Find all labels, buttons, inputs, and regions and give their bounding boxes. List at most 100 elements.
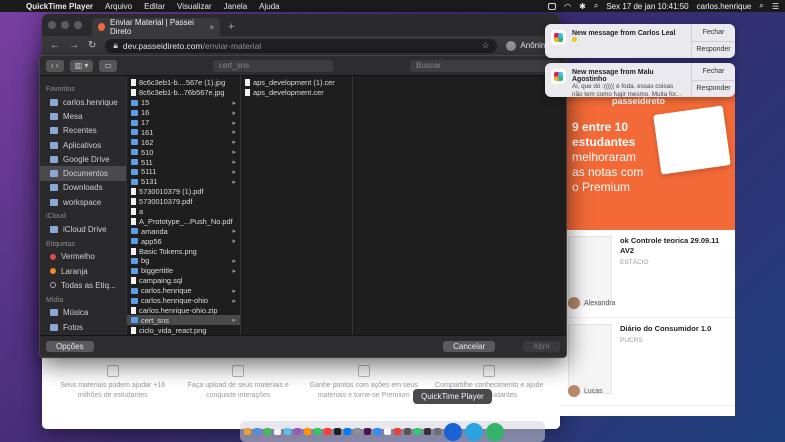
menu-ajuda[interactable]: Ajuda — [259, 2, 279, 11]
spotlight-icon[interactable]: ⌕ — [594, 1, 598, 11]
messages-icon[interactable] — [264, 428, 271, 435]
sidebar-item-downloads[interactable]: Downloads — [40, 181, 126, 195]
folder-row[interactable]: 5111 ▸ — [127, 167, 240, 177]
sidebar-item-tag-vermelho[interactable]: Vermelho — [40, 250, 126, 264]
file-column-cert-sns[interactable]: aps_development (1).cer aps_development.c… — [240, 76, 352, 335]
sidebar-item-home[interactable]: carlos.henrique — [40, 95, 126, 109]
close-window-button[interactable] — [48, 21, 56, 29]
folder-row[interactable]: app56 ▸ — [127, 236, 240, 246]
file-row[interactable]: ciclo_vida_react.png — [127, 325, 240, 335]
minimize-window-button[interactable] — [61, 21, 69, 29]
chrome-icon[interactable] — [394, 428, 401, 435]
menu-user[interactable]: carlos.henrique — [697, 2, 752, 11]
new-tab-icon[interactable]: + — [228, 18, 234, 36]
battery-icon[interactable] — [548, 2, 557, 10]
launchpad-icon[interactable] — [254, 428, 261, 435]
path-popup[interactable]: cert_sns — [212, 59, 333, 72]
folder-row[interactable]: carlos.henrique-ohio ▸ — [127, 296, 240, 306]
file-row[interactable]: 5730010379.pdf — [127, 197, 240, 207]
back-forward-button[interactable]: ‹ › — [46, 59, 64, 72]
folder-row[interactable]: 161 ▸ — [127, 127, 240, 137]
document-author[interactable]: Alexandra — [568, 297, 616, 309]
search-icon[interactable]: ⌕ — [759, 1, 763, 11]
file-row[interactable]: 8c6c3eb1-b...76b567e.jpg — [127, 88, 240, 98]
notes-icon[interactable] — [304, 428, 311, 435]
menu-visualizar[interactable]: Visualizar — [177, 2, 212, 11]
file-row[interactable]: 5730010379 (1).pdf — [127, 187, 240, 197]
spotify-icon[interactable] — [414, 428, 421, 435]
settings-icon[interactable] — [354, 428, 361, 435]
sidebar-item-musica[interactable]: Música — [40, 306, 126, 320]
bluetooth-icon[interactable]: ✱ — [579, 2, 586, 11]
menu-clock[interactable]: Sex 17 de jan 10:41:50 — [606, 2, 688, 11]
forward-icon[interactable]: → — [69, 40, 79, 51]
document-title[interactable]: ok Controle teorica 29.09.11 AV2 — [620, 236, 727, 256]
folder-row[interactable]: 510 ▸ — [127, 147, 240, 157]
close-notification-button[interactable]: Fechar — [692, 63, 735, 80]
trash-icon[interactable] — [434, 428, 441, 435]
finder-icon[interactable] — [244, 428, 251, 435]
folder-row[interactable]: 16 ▸ — [127, 108, 240, 118]
photos-icon[interactable] — [324, 428, 331, 435]
sidebar-item-tag-laranja[interactable]: Laranja — [40, 264, 126, 278]
browser-tab[interactable]: Enviar Material | Passei Direto × — [92, 18, 220, 36]
preview-icon[interactable] — [404, 428, 411, 435]
view-mode-button[interactable]: ▥ ▾ — [69, 59, 94, 72]
list-icon[interactable]: ☰ — [772, 2, 779, 11]
reply-notification-button[interactable]: Responder — [692, 79, 735, 98]
file-row[interactable]: carlos.henrique-ohio.zip — [127, 305, 240, 315]
app-store-icon[interactable] — [344, 428, 351, 435]
folder-row[interactable]: biggertitle ▸ — [127, 266, 240, 276]
search-input[interactable]: Buscar — [410, 59, 560, 72]
open-button[interactable]: Abrir — [523, 341, 560, 352]
premium-hero[interactable]: passeidireto 9 entre 10 estudantes melho… — [560, 80, 735, 230]
sidebar-item-recentes[interactable]: Recentes — [40, 124, 126, 138]
notification-body[interactable]: New message from Malu Agostinho Ai, que … — [545, 63, 691, 97]
folder-row[interactable]: cert_sns ▸ — [127, 315, 240, 326]
bookmark-star-icon[interactable]: ☆ — [482, 40, 490, 51]
file-column-empty[interactable] — [352, 76, 566, 335]
folder-row[interactable]: carlos.henrique ▸ — [127, 286, 240, 296]
folder-row[interactable]: 511 ▸ — [127, 157, 240, 167]
sidebar-item-mesa[interactable]: Mesa — [40, 109, 126, 123]
sidebar-item-google-drive[interactable]: Google Drive — [40, 152, 126, 166]
menu-editar[interactable]: Editar — [144, 2, 165, 11]
vscode-icon[interactable] — [374, 428, 381, 435]
document-card[interactable]: Diário do Consumidor 1.0 PUCRS Lucas — [560, 318, 735, 406]
document-title[interactable]: Diário do Consumidor 1.0 — [620, 324, 727, 334]
cancel-button[interactable]: Cancelar — [443, 341, 496, 352]
file-row[interactable]: A_Prototype_...Push_No.pdf — [127, 216, 240, 226]
back-icon[interactable]: ← — [50, 40, 60, 51]
folder-row[interactable]: 5131 ▸ — [127, 177, 240, 187]
folder-row[interactable]: bg ▸ — [127, 256, 240, 266]
menu-app-name[interactable]: QuickTime Player — [26, 2, 93, 11]
terminal-icon[interactable] — [334, 428, 341, 435]
file-row[interactable]: aps_development.cer — [241, 88, 352, 98]
sidebar-item-icloud-drive[interactable]: iCloud Drive — [40, 222, 126, 236]
notification-carlos[interactable]: New message from Carlos Leal Fechar Resp… — [545, 24, 735, 58]
close-tab-icon[interactable]: × — [209, 23, 214, 32]
zoom-window-button[interactable] — [74, 21, 82, 29]
sidebar-item-all-tags[interactable]: Todas as Etiq... — [40, 278, 126, 292]
quicktime-icon[interactable] — [444, 422, 462, 441]
menu-janela[interactable]: Janela — [224, 2, 248, 11]
folder-row[interactable]: amanda ▸ — [127, 226, 240, 236]
notification-malu[interactable]: New message from Malu Agostinho Ai, que … — [545, 63, 735, 97]
sidebar-item-fotos[interactable]: Fotos — [40, 320, 126, 334]
facetime-icon[interactable] — [486, 422, 504, 441]
wifi-icon[interactable]: ◠ — [564, 2, 571, 11]
file-row[interactable]: 8c6c3eb1-b....567e (1).jpg — [127, 78, 240, 88]
address-bar[interactable]: 🔒︎ dev.passeidireto.com/enviar-material … — [105, 38, 498, 53]
file-row[interactable]: campaing.sql — [127, 276, 240, 286]
sidebar-item-workspace[interactable]: workspace — [40, 195, 126, 209]
close-notification-button[interactable]: Fechar — [692, 24, 735, 41]
folder-row[interactable]: 162 ▸ — [127, 137, 240, 147]
reload-icon[interactable]: ↻ — [88, 40, 96, 51]
mail-icon[interactable] — [284, 428, 291, 435]
folder-row[interactable]: 17 ▸ — [127, 118, 240, 128]
options-button[interactable]: Opções — [46, 341, 94, 352]
folder-icon[interactable]: ▭ — [99, 59, 117, 72]
document-author[interactable]: Lucas — [568, 385, 603, 397]
file-row[interactable]: Basic Tokens.png — [127, 246, 240, 256]
notion-icon[interactable] — [384, 428, 391, 435]
